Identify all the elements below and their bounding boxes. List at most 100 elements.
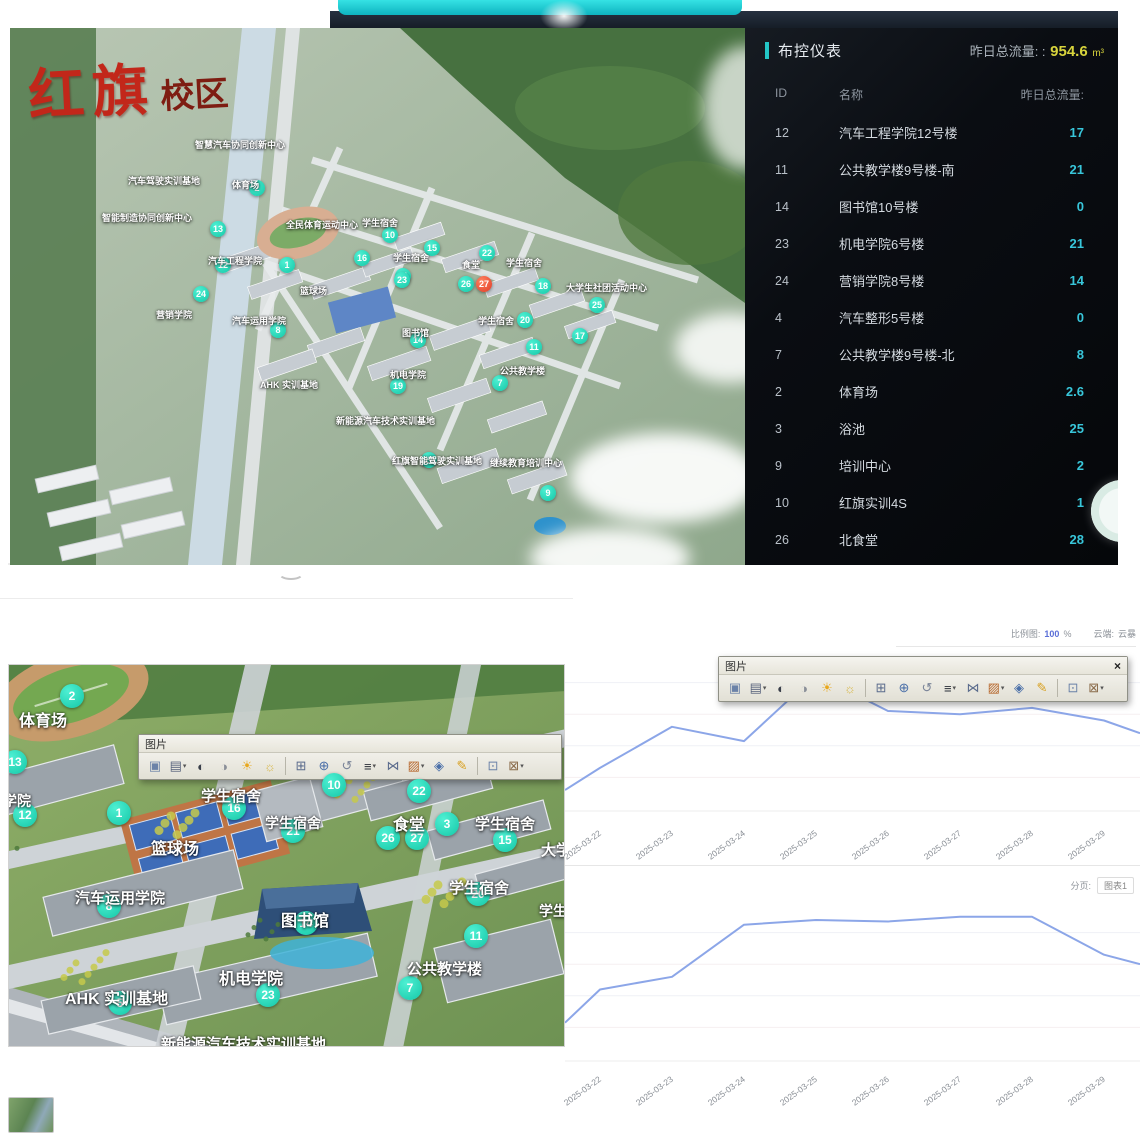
transparent-color-button[interactable]: ⊡ [1062, 678, 1084, 698]
table-row[interactable]: 3浴池25 [745, 410, 1118, 447]
draw-pen-icon: ✎ [1037, 680, 1048, 696]
compress-pictures-button[interactable]: ⋈ [382, 756, 404, 776]
screenshot-root: 红旗校区 21312116101524821222326271825201711… [0, 0, 1140, 1140]
map-marker-13[interactable]: 13 [210, 221, 226, 237]
page-label: 分页: [1070, 879, 1091, 892]
crop-button[interactable]: ⊞ [290, 756, 312, 776]
map-marker-25[interactable]: 25 [589, 297, 605, 313]
transparent-color-button[interactable]: ⊡ [482, 756, 504, 776]
map-marker-10[interactable]: 10 [382, 227, 398, 243]
map-marker-22[interactable]: 22 [479, 245, 495, 261]
table-row[interactable]: 12汽车工程学院12号楼17 [745, 114, 1118, 151]
map-label: 食堂 [462, 258, 480, 271]
row-value: 21 [992, 236, 1084, 251]
row-id: 3 [775, 422, 839, 436]
dropdown-arrow-icon: ▾ [953, 684, 957, 692]
map-marker-27[interactable]: 27 [476, 276, 492, 292]
map-marker-20[interactable]: 20 [517, 312, 533, 328]
map-marker-16[interactable]: 16 [354, 250, 370, 266]
picture-toolbar-floating[interactable]: 图片 × ▣▤▾ ◐ ◑☀☼ ⊞⊕↺≡▾⋈▨▾◈ ✎ ⊡⊠▾ [718, 656, 1128, 702]
table-row[interactable]: 2体育场2.6 [745, 373, 1118, 410]
map-label: 汽车运用学院 [232, 314, 286, 327]
map-marker-24[interactable]: 24 [193, 286, 209, 302]
less-contrast-button[interactable]: ◑ [793, 678, 815, 698]
draw-pen-button[interactable]: ✎ [1031, 678, 1053, 698]
line-style-button[interactable]: ≡▾ [359, 756, 381, 776]
map-label: 智慧汽车协同创新中心 [195, 138, 285, 151]
dropdown-arrow-icon: ▾ [520, 762, 524, 770]
reset-picture-button[interactable]: ⊠▾ [505, 756, 527, 776]
draw-pen-button[interactable]: ✎ [451, 756, 473, 776]
toolbar-titlebar[interactable]: 图片 × [719, 657, 1127, 675]
picture-toolbar[interactable]: 图片 ▣▤▾◐◑☀☼⊞⊕↺≡▾⋈▨▾◈✎⊡⊠▾ [138, 734, 562, 780]
table-row[interactable]: 11公共教学楼9号楼-南21 [745, 151, 1118, 188]
map-thumbnail[interactable] [8, 1097, 54, 1133]
color-menu-button[interactable]: ▤▾ [167, 756, 189, 776]
map-marker-17[interactable]: 17 [572, 328, 588, 344]
table-row[interactable]: 10红旗实训4S1 [745, 484, 1118, 521]
compress-pictures-button[interactable]: ⋈ [962, 678, 984, 698]
rotate-left-button[interactable]: ↺ [336, 756, 358, 776]
more-contrast-button[interactable]: ◐ [190, 756, 212, 776]
map-marker-1[interactable]: 1 [279, 257, 295, 273]
cloud-value[interactable]: 云暴 [1118, 627, 1136, 640]
reset-picture-icon: ⊠ [508, 758, 519, 774]
table-row[interactable]: 24营销学院8号楼14 [745, 262, 1118, 299]
map-marker-3[interactable]: 3 [435, 812, 459, 836]
table-row[interactable]: 4汽车整形5号楼0 [745, 299, 1118, 336]
map-label: 篮球场 [300, 284, 327, 297]
map-label: 学生宿舍 [506, 256, 542, 269]
x-axis-label: 2025-03-22 [547, 1074, 603, 1119]
map-marker-22[interactable]: 22 [407, 779, 431, 803]
less-contrast-button[interactable]: ◑ [213, 756, 235, 776]
table-row[interactable]: 23机电学院6号楼21 [745, 225, 1118, 262]
table-row[interactable]: 9培训中心2 [745, 447, 1118, 484]
line-style-button[interactable]: ≡▾ [939, 678, 961, 698]
map-label: 学生宿舍 [265, 813, 321, 833]
more-brightness-button[interactable]: ☀ [236, 756, 258, 776]
chart1-x-axis: 2025-03-222025-03-232025-03-242025-03-25… [565, 821, 1140, 855]
insert-picture-button[interactable]: ▣ [724, 678, 746, 698]
map-label: 公共教学楼 [500, 364, 545, 377]
less-brightness-button[interactable]: ☼ [839, 678, 861, 698]
map-marker-7[interactable]: 7 [492, 375, 508, 391]
charts-area: 比例图: 100 % 云端: 云暴 2025-03-222025-03-2320… [565, 615, 1140, 1140]
format-picture-button[interactable]: ◈ [428, 756, 450, 776]
map-marker-18[interactable]: 18 [535, 278, 551, 294]
close-icon[interactable]: × [1114, 660, 1121, 672]
map-marker-23[interactable]: 23 [394, 272, 410, 288]
more-contrast-button[interactable]: ◐ [770, 678, 792, 698]
more-contrast-icon: ◐ [777, 681, 785, 696]
map-marker-11[interactable]: 11 [526, 339, 542, 355]
zoom-button[interactable]: ⊕ [893, 678, 915, 698]
map-marker-26[interactable]: 26 [458, 276, 474, 292]
more-brightness-button[interactable]: ☀ [816, 678, 838, 698]
toolbar-separator [477, 757, 478, 775]
insert-picture-button[interactable]: ▣ [144, 756, 166, 776]
toolbar-titlebar[interactable]: 图片 [139, 735, 561, 753]
map-marker-2[interactable]: 2 [60, 684, 84, 708]
table-row[interactable]: 14图书馆10号楼0 [745, 188, 1118, 225]
map-marker-1[interactable]: 1 [107, 801, 131, 825]
rotate-left-button[interactable]: ↺ [916, 678, 938, 698]
x-axis-label: 2025-03-25 [763, 1074, 819, 1119]
map-marker-11[interactable]: 11 [464, 924, 488, 948]
map-marker-10[interactable]: 10 [322, 773, 346, 797]
reset-picture-button[interactable]: ⊠▾ [1085, 678, 1107, 698]
charts-divider [565, 865, 1140, 866]
table-row[interactable]: 26北食堂28 [745, 521, 1118, 558]
map-marker-7[interactable]: 7 [398, 976, 422, 1000]
less-brightness-button[interactable]: ☼ [259, 756, 281, 776]
recolor-picture-button[interactable]: ▨▾ [985, 678, 1007, 698]
recolor-picture-button[interactable]: ▨▾ [405, 756, 427, 776]
campus-detail-map[interactable]: 图片 ▣▤▾◐◑☀☼⊞⊕↺≡▾⋈▨▾◈✎⊡⊠▾ 2131211610223212… [8, 664, 565, 1047]
campus-overview-map[interactable]: 红旗校区 21312116101524821222326271825201711… [10, 28, 745, 565]
scale-value[interactable]: 100 [1044, 629, 1059, 639]
map-marker-9[interactable]: 9 [540, 485, 556, 501]
page-chip[interactable]: 图表1 [1097, 877, 1134, 894]
table-row[interactable]: 7公共教学楼9号楼-北8 [745, 336, 1118, 373]
toolbar-separator [1057, 679, 1058, 697]
format-picture-button[interactable]: ◈ [1008, 678, 1030, 698]
color-menu-button[interactable]: ▤▾ [747, 678, 769, 698]
crop-button[interactable]: ⊞ [870, 678, 892, 698]
